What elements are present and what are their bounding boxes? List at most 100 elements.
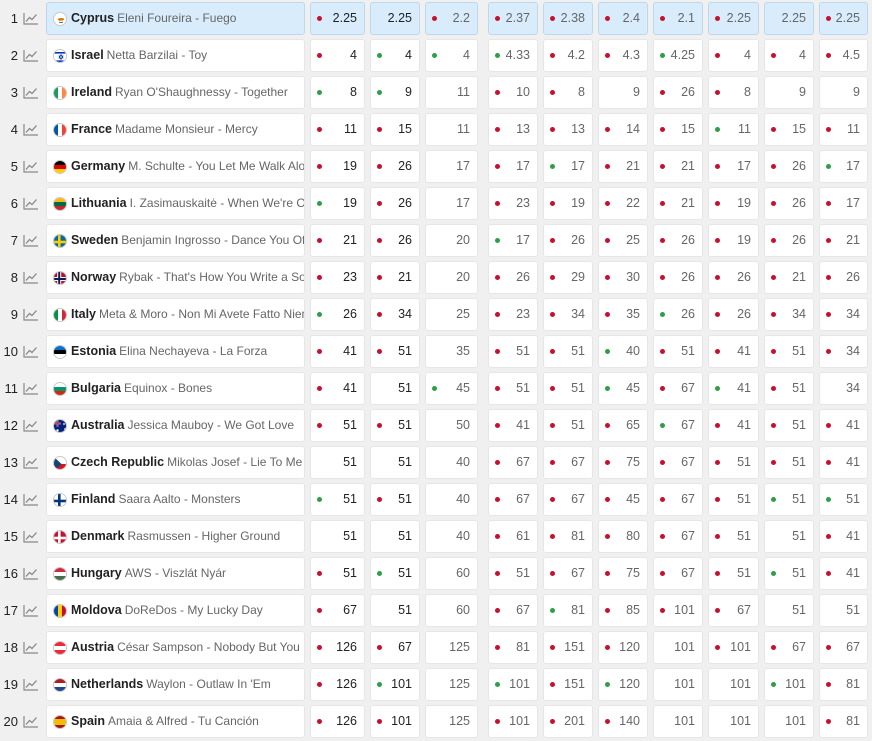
odds-cell[interactable]: 51 (370, 483, 420, 516)
line-chart-icon[interactable] (23, 123, 39, 136)
odds-cell[interactable]: 26 (653, 224, 703, 257)
odds-cell[interactable]: 17 (488, 150, 538, 183)
odds-cell[interactable]: 4.3 (598, 39, 648, 72)
odds-cell[interactable]: 2.1 (653, 2, 703, 35)
table-row[interactable]: 19 Netherlands Waylon - Outlaw In 'Em 126 10… (0, 666, 872, 703)
odds-cell[interactable]: 21 (653, 150, 703, 183)
odds-cell[interactable]: 4.5 (819, 39, 868, 72)
odds-cell[interactable]: 126 (310, 631, 365, 664)
odds-cell[interactable]: 51 (310, 446, 365, 479)
odds-cell[interactable]: 26 (370, 150, 420, 183)
entry-cell[interactable]: Netherlands Waylon - Outlaw In 'Em (46, 668, 305, 701)
odds-cell[interactable]: 81 (819, 668, 868, 701)
odds-cell[interactable]: 15 (653, 113, 703, 146)
odds-cell[interactable]: 67 (653, 483, 703, 516)
odds-cell[interactable]: 23 (310, 261, 365, 294)
odds-cell[interactable]: 26 (653, 76, 703, 109)
odds-cell[interactable]: 41 (488, 409, 538, 442)
odds-cell[interactable]: 101 (653, 705, 703, 738)
odds-cell[interactable]: 67 (488, 483, 538, 516)
odds-cell[interactable]: 2.4 (598, 2, 648, 35)
odds-cell[interactable]: 51 (370, 557, 420, 590)
odds-cell[interactable]: 26 (764, 187, 814, 220)
odds-cell[interactable]: 26 (708, 298, 759, 331)
odds-cell[interactable]: 2.25 (819, 2, 868, 35)
odds-cell[interactable]: 101 (488, 705, 538, 738)
entry-cell[interactable]: Czech Republic Mikolas Josef - Lie To Me (46, 446, 305, 479)
odds-cell[interactable]: 26 (764, 224, 814, 257)
table-row[interactable]: 7 Sweden Benjamin Ingrosso - Dance You Off… (0, 222, 872, 259)
entry-cell[interactable]: Sweden Benjamin Ingrosso - Dance You Off (46, 224, 305, 257)
odds-cell[interactable]: 9 (819, 76, 868, 109)
odds-cell[interactable]: 67 (370, 631, 420, 664)
odds-cell[interactable]: 101 (370, 705, 420, 738)
odds-cell[interactable]: 51 (370, 446, 420, 479)
odds-cell[interactable]: 17 (543, 150, 593, 183)
line-chart-icon[interactable] (23, 345, 39, 358)
odds-cell[interactable]: 41 (310, 372, 365, 405)
entry-cell[interactable]: Austria César Sampson - Nobody But You (46, 631, 305, 664)
odds-cell[interactable]: 51 (708, 483, 759, 516)
odds-cell[interactable]: 21 (598, 150, 648, 183)
entry-cell[interactable]: Bulgaria Equinox - Bones (46, 372, 305, 405)
odds-cell[interactable]: 85 (598, 594, 648, 627)
odds-cell[interactable]: 101 (708, 668, 759, 701)
table-row[interactable]: 14 Finland Saara Aalto - Monsters 51 51 40 67 6… (0, 481, 872, 518)
odds-cell[interactable]: 41 (310, 335, 365, 368)
line-chart-icon[interactable] (23, 308, 39, 321)
odds-cell[interactable]: 9 (598, 76, 648, 109)
odds-cell[interactable]: 45 (598, 372, 648, 405)
odds-cell[interactable]: 10 (488, 76, 538, 109)
odds-cell[interactable]: 40 (425, 483, 478, 516)
odds-cell[interactable]: 26 (653, 298, 703, 331)
odds-cell[interactable]: 51 (488, 372, 538, 405)
odds-cell[interactable]: 67 (310, 594, 365, 627)
odds-cell[interactable]: 4 (310, 39, 365, 72)
odds-cell[interactable]: 22 (598, 187, 648, 220)
line-chart-icon[interactable] (23, 197, 39, 210)
odds-cell[interactable]: 4 (764, 39, 814, 72)
odds-cell[interactable]: 125 (425, 705, 478, 738)
odds-cell[interactable]: 80 (598, 520, 648, 553)
table-row[interactable]: 6 Lithuania I. Zasimauskaitė - When We're … (0, 185, 872, 222)
line-chart-icon[interactable] (23, 419, 39, 432)
odds-cell[interactable]: 14 (598, 113, 648, 146)
odds-cell[interactable]: 29 (543, 261, 593, 294)
odds-cell[interactable]: 75 (598, 446, 648, 479)
odds-cell[interactable]: 67 (653, 372, 703, 405)
odds-cell[interactable]: 67 (653, 557, 703, 590)
odds-cell[interactable]: 67 (488, 446, 538, 479)
line-chart-icon[interactable] (23, 604, 39, 617)
odds-cell[interactable]: 51 (370, 520, 420, 553)
odds-cell[interactable]: 9 (764, 76, 814, 109)
odds-cell[interactable]: 17 (819, 150, 868, 183)
odds-cell[interactable]: 67 (543, 557, 593, 590)
odds-cell[interactable]: 51 (764, 520, 814, 553)
table-row[interactable]: 4 France Madame Monsieur - Mercy 11 15 11 13 13… (0, 111, 872, 148)
odds-cell[interactable]: 21 (653, 187, 703, 220)
odds-cell[interactable]: 17 (425, 187, 478, 220)
odds-cell[interactable]: 19 (708, 187, 759, 220)
table-row[interactable]: 11 Bulgaria Equinox - Bones 41 51 45 51 51 45 67 4… (0, 370, 872, 407)
entry-cell[interactable]: Finland Saara Aalto - Monsters (46, 483, 305, 516)
odds-cell[interactable]: 51 (370, 594, 420, 627)
odds-cell[interactable]: 26 (370, 224, 420, 257)
table-row[interactable]: 16 Hungary AWS - Viszlát Nyár 51 51 60 51 67 75 6… (0, 555, 872, 592)
odds-cell[interactable]: 50 (425, 409, 478, 442)
odds-cell[interactable]: 11 (425, 113, 478, 146)
odds-cell[interactable]: 51 (310, 520, 365, 553)
line-chart-icon[interactable] (23, 271, 39, 284)
table-row[interactable]: 2 Israel Netta Barzilai - Toy 4 4 4 4.33 4.2 4.3… (0, 37, 872, 74)
odds-cell[interactable]: 34 (543, 298, 593, 331)
odds-cell[interactable]: 35 (425, 335, 478, 368)
odds-cell[interactable]: 2.38 (543, 2, 593, 35)
odds-cell[interactable]: 2.25 (764, 2, 814, 35)
odds-cell[interactable]: 51 (708, 557, 759, 590)
odds-cell[interactable]: 67 (653, 446, 703, 479)
entry-cell[interactable]: Ireland Ryan O'Shaughnessy - Together (46, 76, 305, 109)
odds-cell[interactable]: 126 (310, 668, 365, 701)
odds-cell[interactable]: 51 (764, 557, 814, 590)
entry-cell[interactable]: Cyprus Eleni Foureira - Fuego (46, 2, 305, 35)
odds-cell[interactable]: 40 (425, 520, 478, 553)
odds-cell[interactable]: 51 (310, 409, 365, 442)
